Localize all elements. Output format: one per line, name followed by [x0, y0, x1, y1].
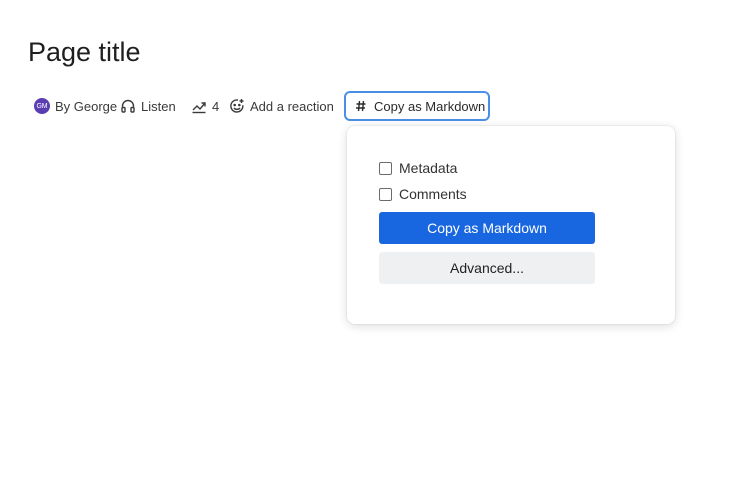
- comments-option[interactable]: Comments: [379, 186, 467, 202]
- metadata-option[interactable]: Metadata: [379, 160, 457, 176]
- author-link[interactable]: GM By George: [34, 98, 120, 114]
- page-title: Page title: [28, 37, 141, 67]
- advanced-button[interactable]: Advanced...: [379, 252, 595, 284]
- copy-markdown-popover: Metadata Comments Copy as Markdown Advan…: [347, 126, 675, 324]
- headphones-icon: [120, 98, 136, 114]
- add-emoji-icon: [229, 98, 245, 114]
- trending-up-icon: [191, 98, 207, 114]
- avatar: GM: [34, 98, 50, 114]
- metadata-checkbox[interactable]: [379, 161, 392, 175]
- copy-as-markdown-button[interactable]: Copy as Markdown: [344, 91, 490, 121]
- copy-as-markdown-label: Copy as Markdown: [374, 98, 486, 114]
- hash-icon: [355, 100, 367, 112]
- add-reaction-button[interactable]: Add a reaction: [229, 98, 334, 114]
- author-label: By George: [55, 98, 118, 114]
- views-counter[interactable]: 4: [191, 98, 229, 114]
- metadata-label: Metadata: [399, 160, 458, 176]
- comments-label: Comments: [399, 186, 467, 202]
- comments-checkbox[interactable]: [379, 187, 392, 201]
- listen-button[interactable]: Listen: [120, 98, 191, 114]
- listen-label: Listen: [141, 98, 176, 114]
- views-count: 4: [212, 98, 220, 114]
- copy-markdown-confirm-button[interactable]: Copy as Markdown: [379, 212, 595, 244]
- add-reaction-label: Add a reaction: [250, 98, 334, 114]
- byline: GM By George Listen 4 Add a reaction: [34, 94, 334, 118]
